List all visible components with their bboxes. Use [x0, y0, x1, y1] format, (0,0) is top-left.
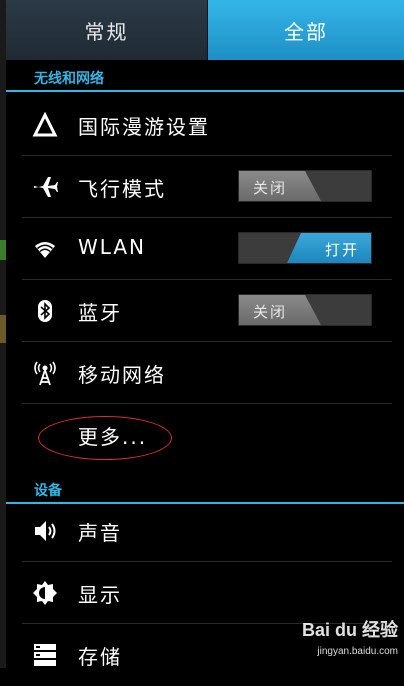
settings-item-label: 存储 [78, 645, 122, 669]
settings-item-sound[interactable]: 声音 [22, 500, 392, 562]
brightness-icon [32, 580, 58, 606]
bluetooth-icon [32, 298, 58, 324]
settings-item-label: 更多... [78, 425, 148, 449]
watermark-url: jingyan.baidu.com [317, 646, 398, 657]
tab-all[interactable]: 全部 [208, 0, 404, 60]
settings-item-mobile-network[interactable]: 移动网络 [22, 342, 392, 404]
settings-item-bluetooth[interactable]: 蓝牙 关闭 [22, 280, 392, 342]
settings-item-label: 蓝牙 [78, 301, 122, 325]
settings-item-more[interactable]: 更多... [22, 404, 392, 466]
toggle-state-label: 关闭 [253, 179, 288, 197]
tab-bar: 常规 全部 [6, 0, 404, 60]
settings-item-label: 移动网络 [78, 363, 166, 387]
toggle-state-label: 打开 [324, 241, 359, 259]
tab-normal[interactable]: 常规 [6, 0, 208, 60]
settings-item-wlan[interactable]: WLAN 打开 [22, 218, 392, 280]
section-title: 无线和网络 [34, 71, 104, 87]
settings-item-roaming[interactable]: 国际漫游设置 [22, 94, 392, 156]
edge-decoration [0, 240, 6, 260]
wifi-icon [32, 236, 58, 262]
triangle-icon [32, 112, 58, 138]
settings-item-label: WLAN [78, 235, 147, 259]
storage-icon [32, 642, 58, 668]
airplane-toggle[interactable]: 关闭 [238, 170, 372, 202]
baidu-watermark: Bai du 经验 jingyan.baidu.com [278, 616, 398, 666]
toggle-state-label: 关闭 [253, 303, 288, 321]
screen-edge [0, 0, 6, 668]
settings-item-display[interactable]: 显示 [22, 562, 392, 624]
settings-item-label: 显示 [78, 583, 122, 607]
watermark-brand: Bai du 经验 [301, 620, 398, 640]
antenna-icon [32, 360, 58, 386]
airplane-icon [32, 174, 58, 200]
section-header-wireless: 无线和网络 [6, 62, 404, 92]
wlan-toggle[interactable]: 打开 [238, 232, 372, 264]
bluetooth-toggle[interactable]: 关闭 [238, 294, 372, 326]
section-title: 设备 [34, 483, 62, 499]
settings-item-label: 飞行模式 [78, 177, 166, 201]
settings-item-airplane[interactable]: 飞行模式 关闭 [22, 156, 392, 218]
speaker-icon [32, 518, 58, 544]
edge-decoration [0, 315, 6, 343]
settings-item-label: 国际漫游设置 [78, 115, 210, 139]
settings-item-label: 声音 [78, 521, 122, 545]
